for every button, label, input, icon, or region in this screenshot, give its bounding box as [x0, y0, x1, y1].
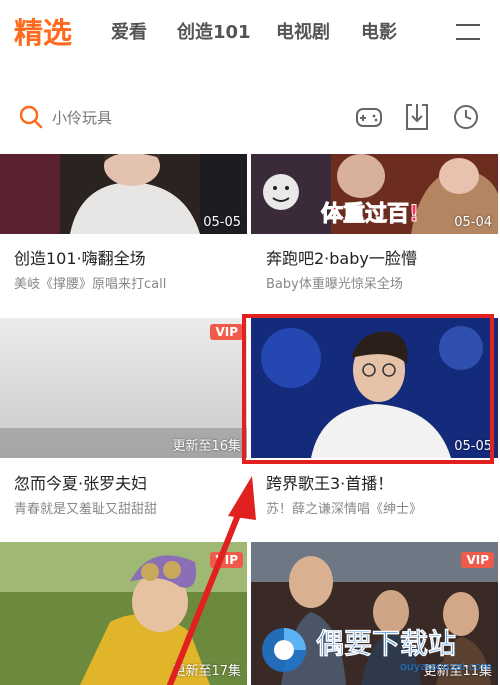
watermark-title: 偶要下载站 [316, 627, 457, 661]
red-arrow [167, 476, 256, 685]
watermark-logo-icon [262, 628, 306, 672]
site-watermark: 偶要下载站 ouyaoxiazai.com [258, 620, 494, 680]
watermark-url: ouyaoxiazai.com [400, 660, 493, 673]
